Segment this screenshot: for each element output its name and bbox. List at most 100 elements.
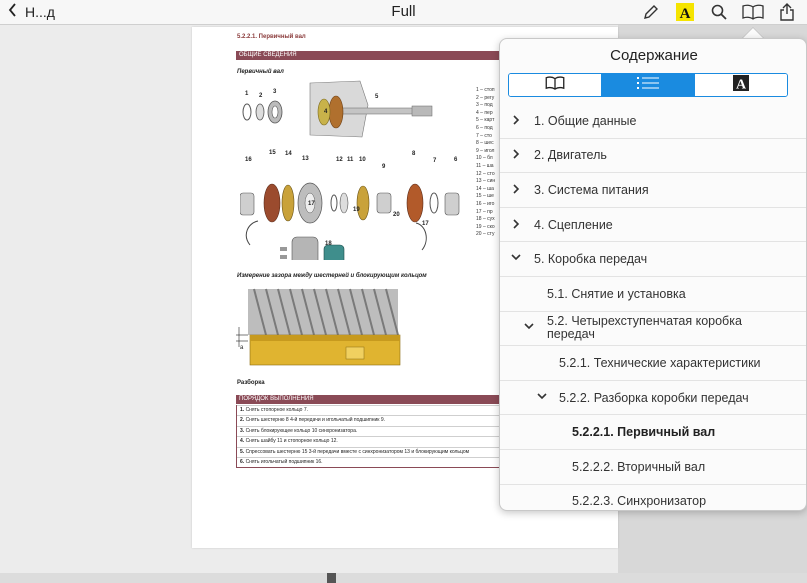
back-button[interactable]: Н...д [8,3,55,21]
legend-item: 11 – ша [476,162,494,169]
exploded-view-illustration [240,80,460,260]
tab-contents[interactable] [602,74,695,96]
svg-text:A: A [736,77,747,91]
general-info-band: ОБЩИЕ СВЕДЕНИЯ [236,51,506,60]
part-number-11: 11 [347,157,354,163]
legend-item: 18 – сух [476,216,495,223]
procedure-band: ПОРЯДОК ВЫПОЛНЕНИЯ [236,395,506,404]
part-number-13: 13 [302,156,309,162]
toc-item-label: 3. Система питания [534,182,649,197]
toc-item-label: 5.2.2.1. Первичный вал [572,425,716,440]
part-number-12: 12 [336,157,343,163]
gap-measurement-illustration [236,288,401,366]
legend-item: 19 – ско [476,223,495,230]
parts-legend: 1 – стоп 2 – регу 3 – под 4 – пер 5 – ка… [476,87,495,239]
toc-item[interactable]: 5.2. Четырехступенчатая коробка передач [500,312,806,347]
toc-item-label: 4. Сцепление [534,217,613,232]
chevron-right-icon[interactable] [510,184,522,196]
gap-measure-label: Измерение зазора между шестерней и блоки… [237,273,427,279]
toc-item[interactable]: 4. Сцепление [500,208,806,243]
page-scrubber[interactable] [0,573,807,583]
pencil-icon[interactable] [640,2,662,22]
back-label: Н...д [25,4,55,20]
toc-item-label: 5.2.2.2. Вторичный вал [572,459,706,474]
toc-item[interactable]: 5.2.2. Разборка коробки передач [500,381,806,416]
section-title: 5.2.2.1. Первичный вал [237,34,306,40]
legend-item: 10 – бл [476,155,493,162]
part-number-7: 7 [433,158,437,164]
font-icon: A [733,74,749,96]
toc-item-label: 5.2.1. Технические характеристики [559,355,761,370]
legend-item: 1 – стоп [476,87,495,93]
legend-item: 6 – под [476,124,493,131]
legend-item: 7 – сто [476,132,492,139]
book-icon[interactable] [742,2,764,22]
legend-item: 2 – регу [476,94,495,101]
part-number-14: 14 [285,151,292,157]
highlight-icon[interactable]: A [674,2,696,22]
chevron-down-icon[interactable] [523,322,535,334]
toc-item[interactable]: 2. Двигатель [500,139,806,174]
part-number-4: 4 [324,109,328,115]
part-number-17b: 17 [422,221,429,227]
procedure-step: 1. Снять стопорное кольцо 7. [237,405,505,415]
toc-item[interactable]: 5.2.1. Технические характеристики [500,346,806,381]
legend-item: 16 – иго [476,200,495,207]
toc-item[interactable]: 5.1. Снятие и установка [500,277,806,312]
part-number-3: 3 [273,89,277,95]
legend-item: 13 – син [476,178,496,185]
gap-marker-label: a [240,345,244,351]
chevron-down-icon[interactable] [536,392,548,404]
page-scrubber-thumb[interactable] [327,573,336,583]
disassembly-label: Разборка [237,380,265,386]
toc-view-switcher: A [508,73,788,97]
legend-item: 14 – ша [476,185,494,192]
toc-item-label: 5.2. Четырехступенчатая коробка передач [547,314,742,342]
chevron-right-icon[interactable] [510,115,522,127]
chevron-right-icon[interactable] [510,149,522,161]
procedure-step: 4. Снять шайбу 11 и стопорное кольцо 12. [237,436,505,446]
chevron-down-icon[interactable] [510,253,522,265]
part-number-20: 20 [393,212,400,218]
part-number-6: 6 [454,157,458,163]
share-icon[interactable] [776,2,798,22]
toc-item-label: 5. Коробка передач [534,252,648,267]
toc-item[interactable]: 5. Коробка передач [500,242,806,277]
toc-item[interactable]: 3. Система питания [500,173,806,208]
part-number-17a: 17 [308,201,315,207]
toolbar: Н...д Full A [0,0,807,25]
part-number-1: 1 [245,91,249,97]
toc-item-label: 5.2.2.3. Синхронизатор [572,494,707,509]
legend-item: 17 – пр [476,208,493,215]
tab-bookmarks[interactable] [509,74,602,96]
part-number-19: 19 [353,207,360,213]
toc-item-label: 1. Общие данные [534,113,637,128]
part-number-8: 8 [412,151,416,157]
procedure-step: 5. Спрессовать шестерню 15 3-й передачи … [237,446,505,457]
procedure-step: 3. Снять блокирующее кольцо 10 синхрониз… [237,425,505,436]
tab-appearance[interactable]: A [695,74,787,96]
toc-list: 1. Общие данные 2. Двигатель 3. Система … [500,104,806,510]
procedure-step: 6. Снять игольчатый подшипник 16. [237,457,505,467]
part-number-16: 16 [245,157,252,163]
toc-item[interactable]: 5.2.2.3. Синхронизатор [500,485,806,510]
legend-item: 3 – под [476,102,493,109]
legend-item: 5 – карт [476,117,495,124]
procedure-steps: 1. Снять стопорное кольцо 7. 2. Снять ше… [236,405,506,469]
toc-item[interactable]: 1. Общие данные [500,104,806,139]
chevron-left-icon [8,3,17,21]
toc-item-current[interactable]: 5.2.2.1. Первичный вал [500,415,806,450]
list-icon [637,76,659,95]
part-number-18: 18 [325,241,332,247]
toc-item[interactable]: 5.2.2.2. Вторичный вал [500,450,806,485]
chevron-right-icon[interactable] [510,219,522,231]
part-number-9: 9 [382,164,386,170]
legend-item: 12 – сто [476,170,495,177]
toc-item-label: 5.2.2. Разборка коробки передач [559,390,749,405]
legend-item: 20 – сту [476,231,495,238]
part-number-5: 5 [375,94,379,100]
search-icon[interactable] [708,2,730,22]
toc-title: Содержание [610,47,698,64]
part-number-15: 15 [269,150,276,156]
legend-item: 9 – игол [476,147,495,154]
